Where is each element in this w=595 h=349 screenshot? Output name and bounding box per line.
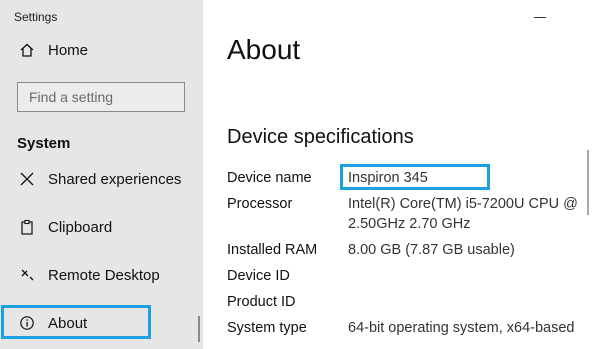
home-icon	[18, 41, 36, 59]
spec-label-system-type: System type	[227, 320, 307, 336]
sidebar-item-label: Clipboard	[48, 218, 113, 236]
sidebar-scrollbar[interactable]	[198, 316, 200, 342]
spec-label-device-name: Device name	[227, 170, 312, 186]
spec-value-installed-ram: 8.00 GB (7.87 GB usable)	[348, 242, 515, 258]
search-input[interactable]: Find a setting	[17, 82, 185, 112]
search-placeholder: Find a setting	[29, 89, 114, 105]
window-title: Settings	[14, 10, 58, 24]
spec-value-processor-speed: 2.50GHz 2.70 GHz	[348, 216, 471, 232]
spec-value-system-type: 64-bit operating system, x64-based	[348, 320, 575, 336]
spec-label-product-id: Product ID	[227, 294, 296, 310]
page-title: About	[227, 34, 301, 65]
section-heading: System	[17, 135, 71, 152]
clipboard-icon	[18, 218, 36, 236]
spec-label-device-id: Device ID	[227, 268, 290, 284]
remote-desktop-icon	[18, 266, 36, 284]
shared-experiences-icon	[18, 170, 36, 188]
minimize-button[interactable]	[534, 17, 546, 18]
section-title: Device specifications	[227, 126, 414, 148]
spec-label-processor: Processor	[227, 196, 293, 212]
sidebar-item-label: Remote Desktop	[48, 266, 160, 284]
sidebar-item-home[interactable]: Home	[0, 30, 203, 70]
content-scrollbar[interactable]	[587, 150, 589, 215]
sidebar-item-remote-desktop[interactable]: Remote Desktop	[0, 255, 203, 295]
device-name-highlight-box	[340, 164, 490, 190]
sidebar-item-shared-experiences[interactable]: Shared experiences	[0, 159, 203, 199]
sidebar-item-label: Home	[48, 41, 89, 59]
spec-label-installed-ram: Installed RAM	[227, 242, 318, 258]
about-highlight-box	[1, 305, 151, 339]
sidebar-item-clipboard[interactable]: Clipboard	[0, 207, 203, 247]
sidebar: Settings Home Find a setting System Shar…	[0, 0, 203, 349]
spec-value-processor: Intel(R) Core(TM) i5-7200U CPU @	[348, 196, 578, 212]
sidebar-item-label: Shared experiences	[48, 170, 182, 188]
